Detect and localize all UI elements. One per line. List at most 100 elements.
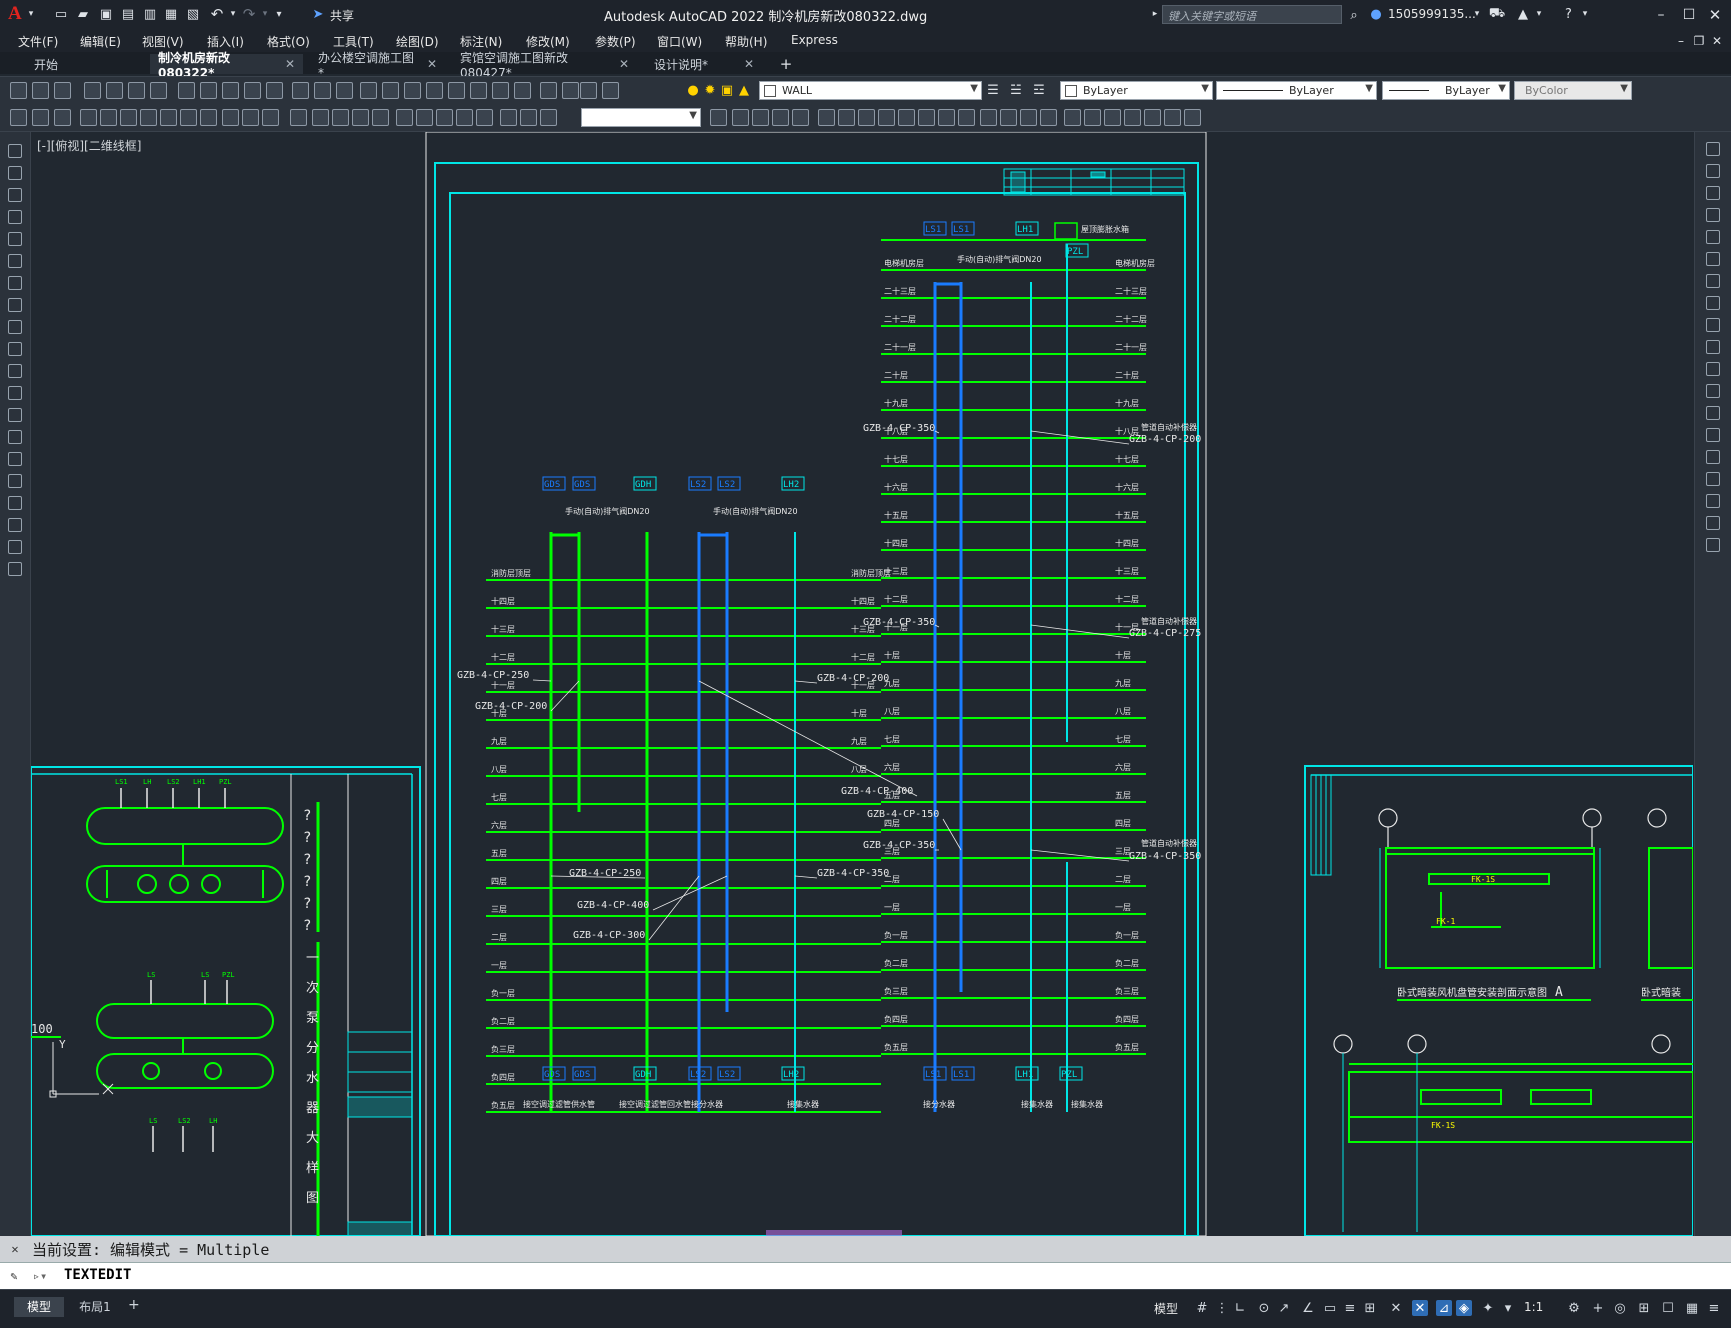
- status-toggle-11-icon[interactable]: ✕: [1412, 1300, 1428, 1316]
- standard-tool-2-icon[interactable]: [32, 82, 49, 99]
- modify-tool-13-icon[interactable]: [1706, 406, 1720, 420]
- command-line[interactable]: ✎ ▹▾ TEXTEDIT: [0, 1262, 1731, 1290]
- dimension-tool-2-icon[interactable]: [32, 109, 49, 126]
- dimension-tool-37-icon[interactable]: [918, 109, 935, 126]
- draw-tool-16-icon[interactable]: [8, 474, 22, 488]
- minimize-icon[interactable]: –: [1652, 6, 1670, 24]
- modify-tool-18-icon[interactable]: [1706, 516, 1720, 530]
- layer-viewport-icon[interactable]: ▣: [720, 82, 734, 98]
- menu-express[interactable]: Express: [791, 33, 838, 47]
- dimstyle-dropdown[interactable]: ▼: [581, 108, 701, 127]
- modify-tool-9-icon[interactable]: [1706, 318, 1720, 332]
- close-tab-icon[interactable]: ✕: [744, 57, 754, 71]
- dimension-tool-27-icon[interactable]: [710, 109, 727, 126]
- status-toggle-13-icon[interactable]: ◈: [1456, 1300, 1472, 1316]
- customize-dropdown-icon[interactable]: ▾: [273, 7, 285, 21]
- standard-tool-12-icon[interactable]: [266, 82, 283, 99]
- dimension-tool-24-icon[interactable]: [500, 109, 517, 126]
- dimension-tool-25-icon[interactable]: [520, 109, 537, 126]
- modify-tool-7-icon[interactable]: [1706, 274, 1720, 288]
- draw-tool-17-icon[interactable]: [8, 496, 22, 510]
- status-toggle-20-icon[interactable]: ☐: [1660, 1300, 1676, 1316]
- command-prompt-icon[interactable]: ▹▾: [30, 1268, 50, 1284]
- autodesk-app-icon[interactable]: ▲: [1515, 6, 1531, 22]
- dimension-tool-7-icon[interactable]: [140, 109, 157, 126]
- search-icon[interactable]: ⌕: [1346, 7, 1362, 23]
- draw-tool-2-icon[interactable]: [8, 166, 22, 180]
- layer-dropdown[interactable]: WALL ▼: [759, 81, 982, 100]
- draw-tool-19-icon[interactable]: [8, 540, 22, 554]
- undo-icon[interactable]: ↶: [208, 5, 226, 23]
- modify-tool-17-icon[interactable]: [1706, 494, 1720, 508]
- standard-tool-22-icon[interactable]: [492, 82, 509, 99]
- draw-tool-5-icon[interactable]: [8, 232, 22, 246]
- add-layout-button[interactable]: +: [128, 1297, 140, 1313]
- standard-tool-4-icon[interactable]: [84, 82, 101, 99]
- dimension-tool-47-icon[interactable]: [1124, 109, 1141, 126]
- status-toggle-9-icon[interactable]: ⊞: [1362, 1300, 1378, 1316]
- dimension-tool-30-icon[interactable]: [772, 109, 789, 126]
- layer-bulb-icon[interactable]: ●: [686, 82, 700, 98]
- dimension-tool-10-icon[interactable]: [200, 109, 217, 126]
- draw-tool-6-icon[interactable]: [8, 254, 22, 268]
- draw-tool-3-icon[interactable]: [8, 188, 22, 202]
- draw-tool-14-icon[interactable]: [8, 430, 22, 444]
- dimension-tool-8-icon[interactable]: [160, 109, 177, 126]
- dimension-tool-42-icon[interactable]: [1020, 109, 1037, 126]
- model-space-button[interactable]: 模型: [1154, 1300, 1178, 1317]
- chevron-right-icon[interactable]: ▸: [1150, 7, 1160, 21]
- layer-match-icon[interactable]: ☱: [1008, 82, 1024, 98]
- layer-lock-icon[interactable]: ▲: [737, 82, 751, 98]
- dimension-tool-16-icon[interactable]: [332, 109, 349, 126]
- web-mobile-icon[interactable]: ▥: [142, 6, 158, 22]
- dimension-tool-33-icon[interactable]: [838, 109, 855, 126]
- chevron-down-icon[interactable]: ▾: [1472, 7, 1482, 21]
- doc-minimize-icon[interactable]: –: [1674, 34, 1688, 48]
- menu-help[interactable]: 帮助(H): [725, 33, 767, 50]
- layer-sun-icon[interactable]: ✹: [703, 82, 717, 98]
- tab-drawing-2[interactable]: 办公楼空调施工图* ✕: [310, 51, 445, 80]
- modify-tool-8-icon[interactable]: [1706, 296, 1720, 310]
- tab-drawing-4[interactable]: 设计说明* ✕: [646, 54, 764, 74]
- status-toggle-6-icon[interactable]: ∠: [1300, 1300, 1316, 1316]
- dimension-tool-6-icon[interactable]: [120, 109, 137, 126]
- standard-tool-14-icon[interactable]: [314, 82, 331, 99]
- status-toggle-22-icon[interactable]: ≡: [1706, 1300, 1722, 1316]
- share-button[interactable]: 共享: [330, 7, 354, 24]
- dimension-tool-43-icon[interactable]: [1040, 109, 1057, 126]
- dimension-tool-5-icon[interactable]: [100, 109, 117, 126]
- lineweight-dropdown[interactable]: ByLayer ▼: [1382, 81, 1510, 100]
- standard-tool-8-icon[interactable]: [178, 82, 195, 99]
- standard-tool-3-icon[interactable]: [54, 82, 71, 99]
- status-toggle-8-icon[interactable]: ≡: [1342, 1300, 1358, 1316]
- dimension-tool-48-icon[interactable]: [1144, 109, 1161, 126]
- menu-draw[interactable]: 绘图(D): [396, 33, 439, 50]
- draw-tool-10-icon[interactable]: [8, 342, 22, 356]
- cart-icon[interactable]: ⛟: [1489, 6, 1505, 22]
- save-as-icon[interactable]: ▤: [120, 6, 136, 22]
- draw-tool-4-icon[interactable]: [8, 210, 22, 224]
- status-toggle-16-icon[interactable]: ⚙: [1566, 1300, 1582, 1316]
- menu-format[interactable]: 格式(O): [267, 33, 310, 50]
- close-tab-icon[interactable]: ✕: [285, 57, 295, 71]
- chevron-down-icon[interactable]: ▾: [26, 7, 36, 21]
- modify-tool-4-icon[interactable]: [1706, 208, 1720, 222]
- dimension-tool-49-icon[interactable]: [1164, 109, 1181, 126]
- status-toggle-18-icon[interactable]: ◎: [1612, 1300, 1628, 1316]
- dimension-tool-31-icon[interactable]: [792, 109, 809, 126]
- chevron-down-icon[interactable]: ▾: [1534, 7, 1544, 21]
- modify-tool-1-icon[interactable]: [1706, 142, 1720, 156]
- modify-tool-16-icon[interactable]: [1706, 472, 1720, 486]
- doc-restore-icon[interactable]: ❐: [1692, 34, 1706, 48]
- user-name[interactable]: 1505999135...: [1388, 7, 1476, 21]
- tab-drawing-3[interactable]: 宾馆空调施工图新改080427* ✕: [452, 51, 637, 80]
- dimension-tool-11-icon[interactable]: [222, 109, 239, 126]
- status-toggle-12-icon[interactable]: ⊿: [1436, 1300, 1452, 1316]
- dimension-tool-50-icon[interactable]: [1184, 109, 1201, 126]
- layer-previous-icon[interactable]: ☲: [1031, 82, 1047, 98]
- menu-parameters[interactable]: 参数(P): [595, 33, 636, 50]
- standard-tool-20-icon[interactable]: [448, 82, 465, 99]
- standard-tool-15-icon[interactable]: [336, 82, 353, 99]
- standard-tool-1-icon[interactable]: [10, 82, 27, 99]
- user-icon[interactable]: ●: [1368, 6, 1384, 22]
